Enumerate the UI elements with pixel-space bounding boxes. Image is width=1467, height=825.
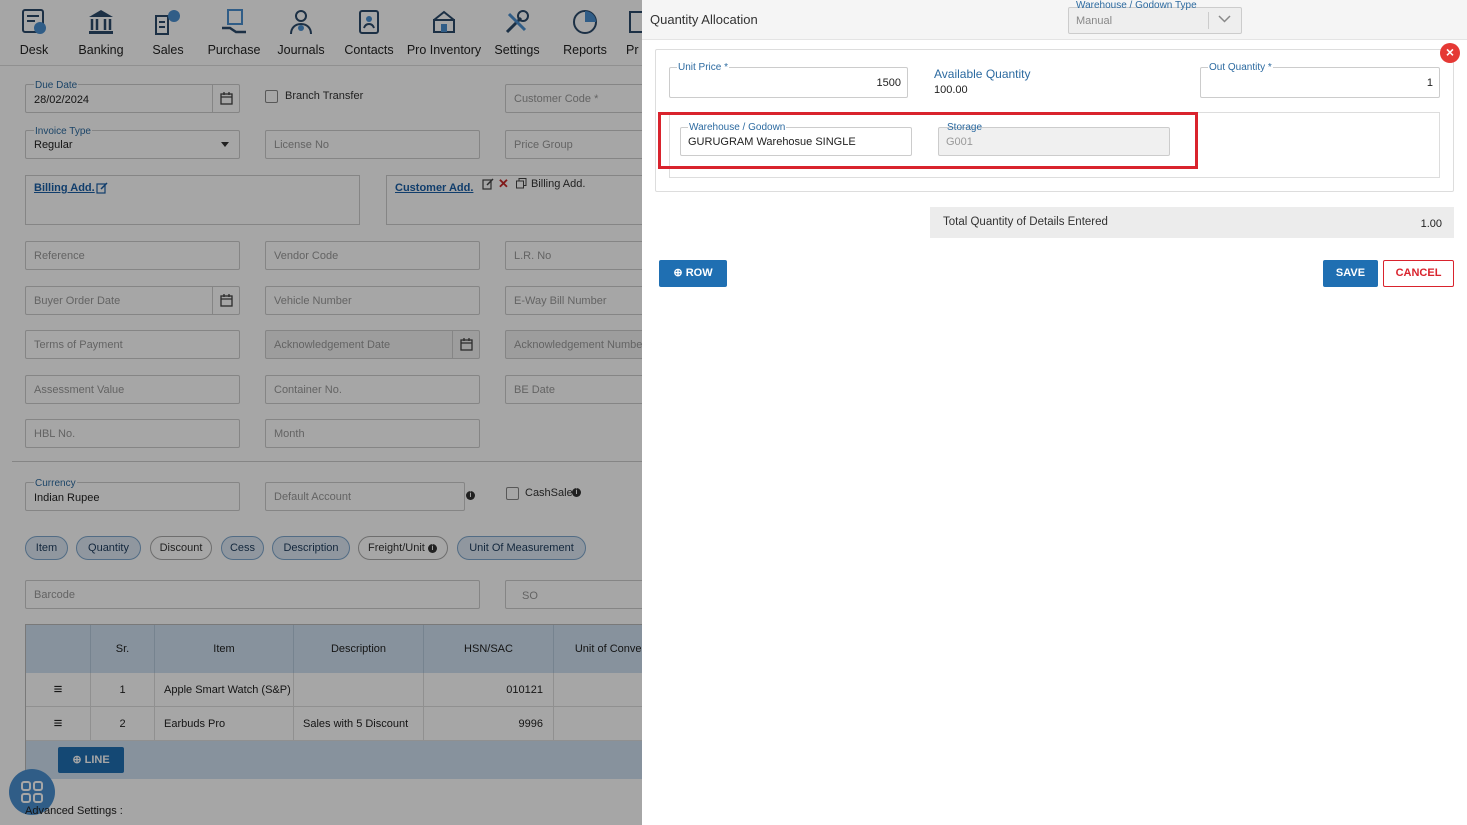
available-quantity-value: 100.00 [934,84,968,96]
modal-backdrop[interactable] [0,0,642,825]
panel-header: Quantity Allocation Warehouse / Godown T… [642,0,1467,40]
chevron-down-icon [1218,15,1231,23]
warehouse-type-value: Manual [1076,15,1113,27]
out-quantity-value: 1 [1426,77,1433,89]
cancel-button[interactable]: CANCEL [1383,260,1454,287]
unit-price-value: 1500 [876,77,901,89]
save-button[interactable]: SAVE [1323,260,1378,287]
total-quantity-bar: Total Quantity of Details Entered 1.00 [930,207,1454,238]
select-divider [1208,12,1209,29]
panel-title: Quantity Allocation [650,12,758,27]
out-quantity-label: Out Quantity * [1208,62,1273,73]
plus-circle-icon: ⊕ [673,267,683,279]
out-quantity-field[interactable]: Out Quantity * 1 [1200,62,1440,98]
add-row-button[interactable]: ⊕ ROW [659,260,727,287]
available-quantity-label: Available Quantity [934,67,1031,81]
total-quantity-label: Total Quantity of Details Entered [943,216,1108,228]
warehouse-type-select[interactable]: Warehouse / Godown Type Manual [1068,0,1242,34]
close-icon[interactable]: × [1440,43,1460,63]
highlight-annotation-box [658,112,1198,169]
unit-price-label: Unit Price * [677,62,730,73]
warehouse-type-label: Warehouse / Godown Type [1076,0,1197,11]
row-button-label: ROW [685,267,713,279]
total-quantity-value: 1.00 [1420,218,1442,230]
unit-price-field[interactable]: Unit Price * 1500 [669,62,908,98]
